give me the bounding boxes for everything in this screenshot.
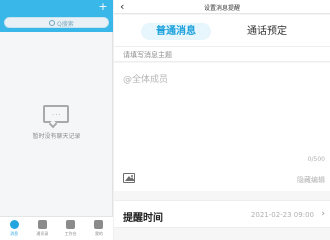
profile-icon — [94, 220, 104, 229]
tab-workbench[interactable]: 工作台 — [57, 217, 85, 240]
search-input[interactable]: Q搜索 — [4, 17, 109, 28]
workbench-icon — [66, 220, 76, 229]
tab-contacts[interactable]: 通讯录 — [28, 217, 56, 240]
subject-placeholder: 请填写消息主题 — [123, 51, 172, 59]
left-header: + Q搜索 — [0, 0, 113, 32]
search-icon — [49, 20, 55, 26]
add-icon[interactable]: + — [98, 1, 108, 12]
search-placeholder: Q搜索 — [57, 21, 74, 28]
subject-field[interactable]: 请填写消息主题 — [114, 46, 330, 62]
reminder-label: 提醒时间 — [123, 213, 163, 224]
contacts-icon — [37, 220, 47, 229]
tab-messages[interactable]: 消息 — [0, 217, 28, 240]
hide-edit-button[interactable]: 隐藏编辑 — [297, 175, 325, 185]
empty-chat-icon: ··· — [43, 105, 69, 129]
segment-control: 普通消息 通话预定 — [114, 15, 330, 46]
conversation-panel: + Q搜索 ··· 暂时没有聊天记录 消息 通讯录 工作台 我的 — [0, 0, 113, 240]
page-title: 设置消息提醒 — [203, 5, 240, 12]
chevron-right-icon: › — [321, 209, 325, 219]
segment-call-booking[interactable]: 通话预定 — [232, 23, 302, 40]
tab-label: 工作台 — [64, 231, 77, 236]
tab-label: 消息 — [10, 231, 19, 236]
nav-bar: ‹ 设置消息提醒 — [114, 0, 330, 14]
segment-normal-message[interactable]: 普通消息 — [141, 23, 211, 40]
chat-icon — [9, 220, 19, 229]
reminder-time-row[interactable]: 提醒时间 2021-02-23 09:00 › — [114, 200, 330, 228]
bottom-tabbar: 消息 通讯录 工作台 我的 — [0, 216, 113, 240]
reminder-value: 2021-02-23 09:00 — [250, 211, 314, 219]
image-icon[interactable] — [123, 173, 135, 183]
tab-label: 通讯录 — [36, 231, 49, 236]
reminder-panel: ‹ 设置消息提醒 普通消息 通话预定 请填写消息主题 @全体成员 0/500 隐… — [114, 0, 330, 240]
empty-state-text: 暂时没有聊天记录 — [32, 133, 81, 140]
message-editor[interactable]: @全体成员 0/500 隐藏编辑 — [114, 63, 330, 191]
char-counter: 0/500 — [307, 156, 325, 163]
mention-all-placeholder: @全体成员 — [123, 75, 169, 85]
tab-label: 我的 — [94, 231, 103, 236]
tab-profile[interactable]: 我的 — [85, 217, 113, 240]
